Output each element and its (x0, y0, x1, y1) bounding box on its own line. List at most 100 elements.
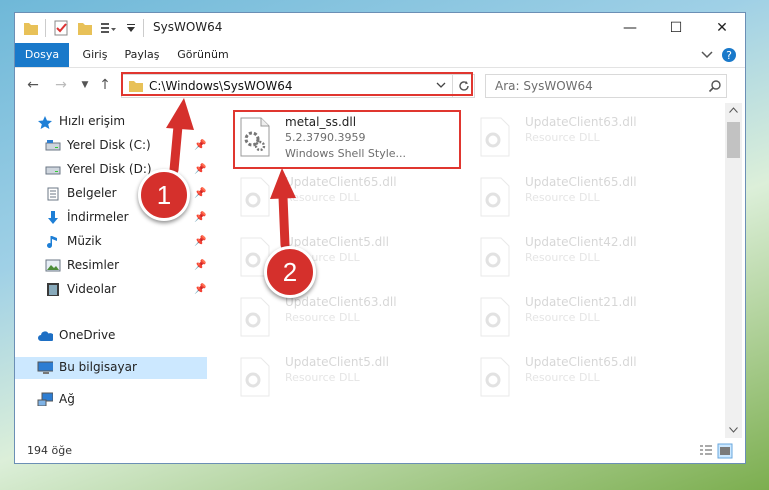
file-tile[interactable]: UpdateClient63.dll Resource DLL (475, 111, 695, 165)
sidebar-item-pictures[interactable]: Resimler 📌 (15, 255, 207, 277)
drive-icon (45, 166, 61, 175)
file-tile-metal-ss[interactable]: metal_ss.dll 5.2.3790.3959 Windows Shell… (235, 111, 455, 165)
file-version: 5.2.3790.3959 (285, 131, 366, 144)
file-name: UpdateClient42.dll (525, 235, 637, 249)
dll-file-icon (240, 297, 270, 337)
separator (452, 75, 453, 97)
explorer-window: SysWOW64 — ☐ ✕ Dosya Giriş Paylaş Görünü… (15, 13, 745, 463)
sidebar-item-quick-access[interactable]: Hızlı erişim (15, 111, 207, 133)
vertical-scrollbar[interactable] (725, 103, 742, 438)
sidebar-item-label: OneDrive (59, 328, 116, 342)
dll-file-icon (480, 117, 510, 157)
back-button[interactable]: ← (23, 76, 43, 94)
file-description: Resource DLL (525, 371, 600, 384)
sidebar-item-music[interactable]: Müzik 📌 (15, 231, 207, 253)
file-tile[interactable]: UpdateClient63.dll Resource DLL (235, 291, 455, 345)
refresh-icon[interactable] (457, 79, 471, 93)
star-icon (38, 116, 52, 129)
file-description: Resource DLL (285, 371, 360, 384)
tab-home[interactable]: Giriş (77, 43, 113, 67)
folder-icon (129, 81, 143, 92)
properties-icon[interactable] (53, 19, 69, 37)
file-name: UpdateClient5.dll (285, 235, 389, 249)
search-icon[interactable] (708, 79, 722, 93)
tab-file[interactable]: Dosya (15, 43, 69, 67)
file-name: UpdateClient5.dll (285, 355, 389, 369)
file-tile[interactable]: UpdateClient65.dll Resource DLL (235, 171, 455, 225)
sidebar-item-onedrive[interactable]: OneDrive (15, 325, 207, 347)
minimize-button[interactable]: — (607, 13, 653, 43)
expand-ribbon-icon[interactable] (701, 50, 713, 60)
sidebar-item-videos[interactable]: Videolar 📌 (15, 279, 207, 301)
separator (45, 19, 46, 37)
forward-button[interactable]: → (51, 76, 71, 94)
file-name: UpdateClient63.dll (285, 295, 397, 309)
ribbon-tabs: Dosya Giriş Paylaş Görünüm ? (15, 43, 745, 68)
dll-file-icon (480, 357, 510, 397)
file-tile[interactable]: UpdateClient5.dll Resource DLL (235, 351, 455, 405)
address-path: C:\Windows\SysWOW64 (149, 79, 293, 93)
scroll-down-icon[interactable] (729, 427, 738, 433)
file-name: UpdateClient21.dll (525, 295, 637, 309)
sidebar-item-label: İndirmeler (67, 210, 129, 224)
sidebar-item-local-disk-c[interactable]: Yerel Disk (C:) 📌 (15, 135, 207, 157)
chevron-down-icon[interactable] (436, 82, 446, 90)
title-bar: SysWOW64 — ☐ ✕ (15, 13, 745, 43)
large-icons-view-icon[interactable] (717, 443, 733, 459)
dll-file-icon (240, 177, 270, 217)
pin-icon: 📌 (194, 236, 207, 247)
file-tile[interactable]: UpdateClient65.dll Resource DLL (475, 351, 695, 405)
documents-icon (47, 187, 59, 201)
svg-text:?: ? (726, 49, 732, 62)
item-count: 194 öğe (27, 444, 72, 457)
sidebar-item-this-pc[interactable]: Bu bilgisayar (15, 357, 207, 379)
network-icon (37, 392, 53, 406)
customize-toolbar-icon[interactable] (99, 19, 117, 37)
maximize-button[interactable]: ☐ (653, 13, 699, 43)
file-description: Resource DLL (525, 131, 600, 144)
pictures-icon (45, 259, 61, 272)
cloud-icon (38, 331, 53, 341)
sidebar-item-network[interactable]: Ağ (15, 389, 207, 411)
sidebar-item-label: Hızlı erişim (59, 114, 126, 128)
download-icon (48, 211, 58, 224)
tab-view[interactable]: Görünüm (173, 43, 233, 67)
drive-icon (45, 140, 61, 151)
pin-icon: 📌 (194, 164, 207, 175)
details-view-icon[interactable] (699, 444, 713, 458)
scroll-up-icon[interactable] (729, 107, 738, 113)
file-tile[interactable]: UpdateClient21.dll Resource DLL (475, 291, 695, 345)
file-tile[interactable]: UpdateClient42.dll Resource DLL (475, 231, 695, 285)
status-bar: 194 öğe (15, 439, 745, 463)
tab-share[interactable]: Paylaş (119, 43, 165, 67)
file-name: UpdateClient63.dll (525, 115, 637, 129)
file-name: UpdateClient65.dll (525, 355, 637, 369)
file-name: metal_ss.dll (285, 115, 357, 129)
new-folder-icon[interactable] (77, 19, 93, 37)
file-description: Resource DLL (525, 251, 600, 264)
file-description: Resource DLL (525, 311, 600, 324)
search-box[interactable]: Ara: SysWOW64 (485, 74, 727, 98)
folder-icon (24, 23, 38, 35)
up-button[interactable]: ↑ (95, 76, 115, 94)
window-title: SysWOW64 (153, 20, 223, 34)
scroll-thumb[interactable] (727, 122, 740, 158)
navigation-pane: Hızlı erişim Yerel Disk (C:) 📌 Yerel Dis… (15, 103, 207, 438)
pin-icon: 📌 (194, 260, 207, 271)
file-name: UpdateClient65.dll (525, 175, 637, 189)
address-bar[interactable]: C:\Windows\SysWOW64 (121, 74, 475, 98)
file-tile[interactable]: UpdateClient65.dll Resource DLL (475, 171, 695, 225)
sidebar-item-label: Yerel Disk (D:) (67, 162, 152, 176)
computer-icon (37, 361, 53, 374)
file-description: Resource DLL (525, 191, 600, 204)
help-icon[interactable]: ? (721, 47, 737, 63)
recent-locations-button[interactable]: ▼ (75, 76, 95, 94)
dll-file-icon (480, 237, 510, 277)
step-badge-1: 1 (138, 169, 190, 221)
close-button[interactable]: ✕ (699, 13, 745, 43)
dll-file-icon (480, 177, 510, 217)
chevron-down-icon[interactable] (125, 19, 137, 37)
search-input[interactable]: Ara: SysWOW64 (495, 79, 593, 93)
pin-icon: 📌 (194, 212, 207, 223)
sidebar-item-label: Bu bilgisayar (59, 360, 137, 374)
